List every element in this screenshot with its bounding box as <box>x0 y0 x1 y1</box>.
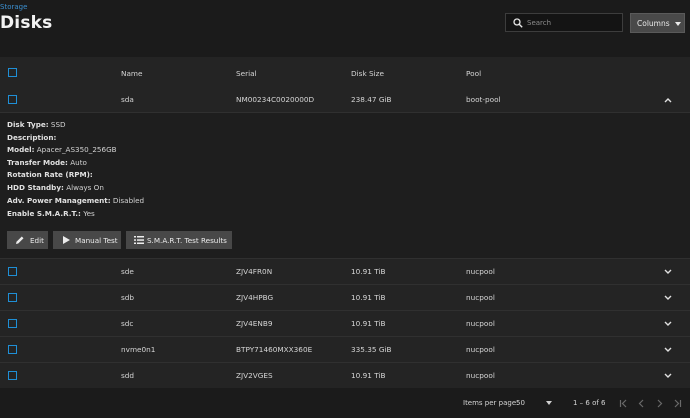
row-checkbox[interactable] <box>8 371 17 380</box>
row-checkbox[interactable] <box>8 345 17 354</box>
breadcrumb[interactable]: Storage <box>0 3 27 11</box>
table-row[interactable]: sdd ZJV2VGES 10.91 TiB nucpool <box>0 363 690 388</box>
page-range: 1 – 6 of 6 <box>573 399 606 407</box>
smart-test-results-button[interactable]: S.M.A.R.T. Test Results <box>126 231 232 249</box>
chevron-down-icon[interactable] <box>546 401 552 405</box>
disk-name: nvme0n1 <box>121 345 156 354</box>
chevron-down-icon <box>675 22 681 26</box>
row-checkbox[interactable] <box>8 293 17 302</box>
disk-pool: nucpool <box>466 345 495 354</box>
table-row[interactable]: sde ZJV4FR0N 10.91 TiB nucpool <box>0 259 690 285</box>
disk-serial: ZJV4FR0N <box>236 267 273 276</box>
disk-name: sde <box>121 267 134 276</box>
items-per-page-select[interactable]: 50 <box>516 399 525 407</box>
search-icon <box>513 18 523 28</box>
disk-size: 10.91 TiB <box>351 293 386 302</box>
columns-button[interactable]: Columns <box>630 13 685 33</box>
disk-pool: nucpool <box>466 293 495 302</box>
list-icon <box>134 236 144 244</box>
detail-hdd-standby: HDD Standby: Always On <box>7 183 104 192</box>
row-checkbox[interactable] <box>8 319 17 328</box>
items-per-page-label: Items per page: <box>463 399 519 407</box>
table-row[interactable]: sda NM00234C0020000D 238.47 GiB boot-poo… <box>0 87 690 113</box>
search-input[interactable]: Search <box>505 13 623 32</box>
smart-test-results-label: S.M.A.R.T. Test Results <box>147 236 227 245</box>
detail-model: Model: Apacer_AS350_256GB <box>7 145 117 154</box>
disk-size: 10.91 TiB <box>351 319 386 328</box>
first-page-icon[interactable] <box>619 399 628 408</box>
pencil-icon <box>16 236 24 244</box>
disk-serial: ZJV4ENB9 <box>236 319 273 328</box>
table-row[interactable]: nvme0n1 BTPY71460MXX360E 335.35 GiB nucp… <box>0 337 690 363</box>
disk-name: sdb <box>121 293 135 302</box>
page-title: Disks <box>0 13 53 33</box>
column-header-pool[interactable]: Pool <box>466 69 481 78</box>
disk-name: sdc <box>121 319 134 328</box>
paginator: Items per page: 50 1 – 6 of 6 <box>0 388 690 418</box>
chevron-down-icon[interactable] <box>664 295 672 301</box>
chevron-down-icon[interactable] <box>664 347 672 353</box>
chevron-down-icon[interactable] <box>664 373 672 379</box>
select-all-checkbox[interactable] <box>8 68 17 77</box>
row-checkbox[interactable] <box>8 267 17 276</box>
disk-serial: ZJV4HPBG <box>236 293 274 302</box>
disk-serial: NM00234C0020000D <box>236 95 315 104</box>
disk-size: 238.47 GiB <box>351 95 392 104</box>
search-placeholder: Search <box>527 19 552 27</box>
disk-name: sdd <box>121 371 135 380</box>
next-page-icon[interactable] <box>655 399 664 408</box>
table-row[interactable]: sdb ZJV4HPBG 10.91 TiB nucpool <box>0 285 690 311</box>
disk-serial: BTPY71460MXX360E <box>236 345 313 354</box>
column-header-name[interactable]: Name <box>121 69 143 78</box>
manual-test-button-label: Manual Test <box>75 236 118 245</box>
play-icon <box>63 236 70 244</box>
edit-button-label: Edit <box>30 236 44 245</box>
table-header: Name Serial Disk Size Pool <box>0 57 690 88</box>
detail-enable-smart: Enable S.M.A.R.T.: Yes <box>7 209 95 218</box>
chevron-down-icon[interactable] <box>664 269 672 275</box>
detail-transfer-mode: Transfer Mode: Auto <box>7 158 87 167</box>
table-row[interactable]: sdc ZJV4ENB9 10.91 TiB nucpool <box>0 311 690 337</box>
disk-pool: nucpool <box>466 371 495 380</box>
detail-adv-power-management: Adv. Power Management: Disabled <box>7 196 145 205</box>
disk-size: 335.35 GiB <box>351 345 392 354</box>
disk-pool: boot-pool <box>466 95 501 104</box>
row-checkbox[interactable] <box>8 95 17 104</box>
detail-rotation-rate: Rotation Rate (RPM): <box>7 170 93 179</box>
last-page-icon[interactable] <box>673 399 682 408</box>
previous-page-icon[interactable] <box>637 399 646 408</box>
chevron-up-icon[interactable] <box>664 97 672 103</box>
columns-button-label: Columns <box>637 19 670 28</box>
disk-size: 10.91 TiB <box>351 371 386 380</box>
chevron-down-icon[interactable] <box>664 321 672 327</box>
disk-size: 10.91 TiB <box>351 267 386 276</box>
detail-disk-type: Disk Type: SSD <box>7 120 66 129</box>
detail-description: Description: <box>7 133 57 142</box>
disk-pool: nucpool <box>466 267 495 276</box>
disk-name: sda <box>121 95 134 104</box>
manual-test-button[interactable]: Manual Test <box>53 231 121 249</box>
disk-pool: nucpool <box>466 319 495 328</box>
column-header-disk-size[interactable]: Disk Size <box>351 69 384 78</box>
column-header-serial[interactable]: Serial <box>236 69 257 78</box>
edit-button[interactable]: Edit <box>7 231 48 249</box>
disk-serial: ZJV2VGES <box>236 371 273 380</box>
disks-table: Name Serial Disk Size Pool sda NM00234C0… <box>0 57 690 388</box>
